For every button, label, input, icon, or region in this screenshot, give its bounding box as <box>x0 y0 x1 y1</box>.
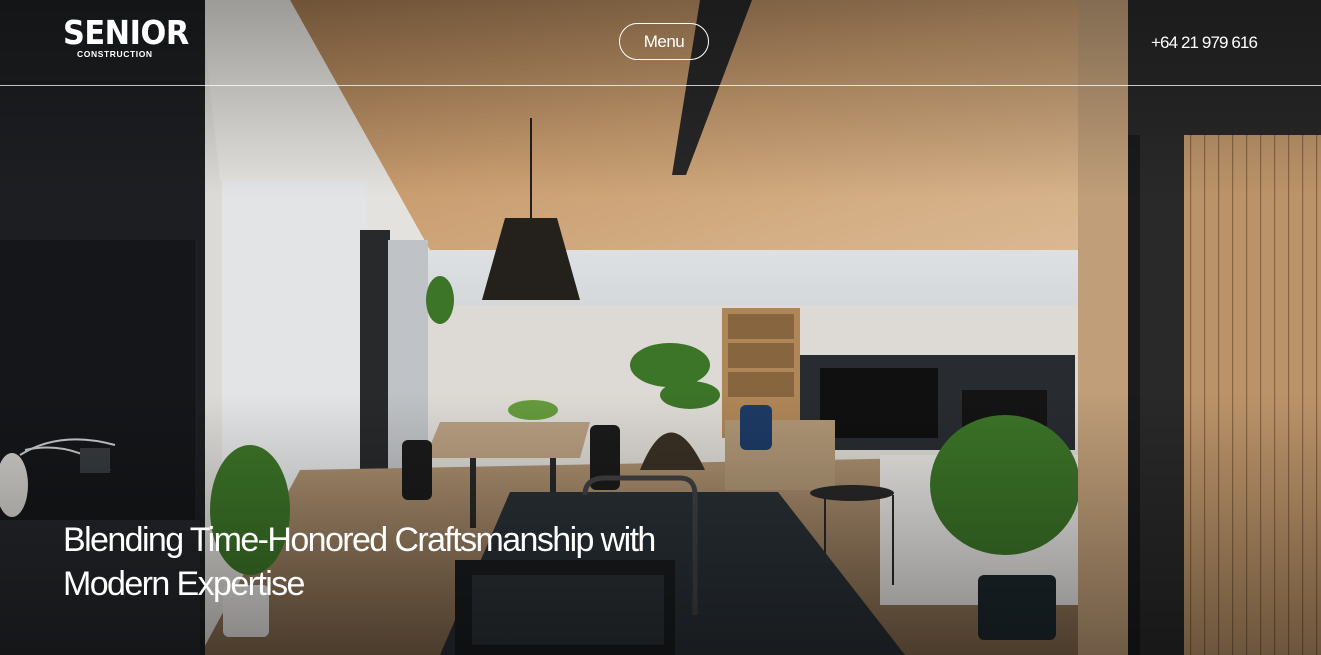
hero-headline-line-1: Blending Time-Honored Craftsmanship with <box>63 521 656 559</box>
logo-wordmark: SENIOR <box>63 13 189 52</box>
phone-link[interactable]: +64 21 979 616 <box>1151 33 1258 53</box>
logo[interactable]: SENIOR CONSTRUCTION <box>63 13 200 59</box>
hero-headline: Blending Time-Honored Craftsmanship with… <box>63 518 783 606</box>
menu-button[interactable]: Menu <box>619 23 709 60</box>
hero-headline-line-2: Modern Expertise <box>63 565 305 603</box>
site-header: SENIOR CONSTRUCTION Menu +64 21 979 616 <box>0 0 1321 86</box>
